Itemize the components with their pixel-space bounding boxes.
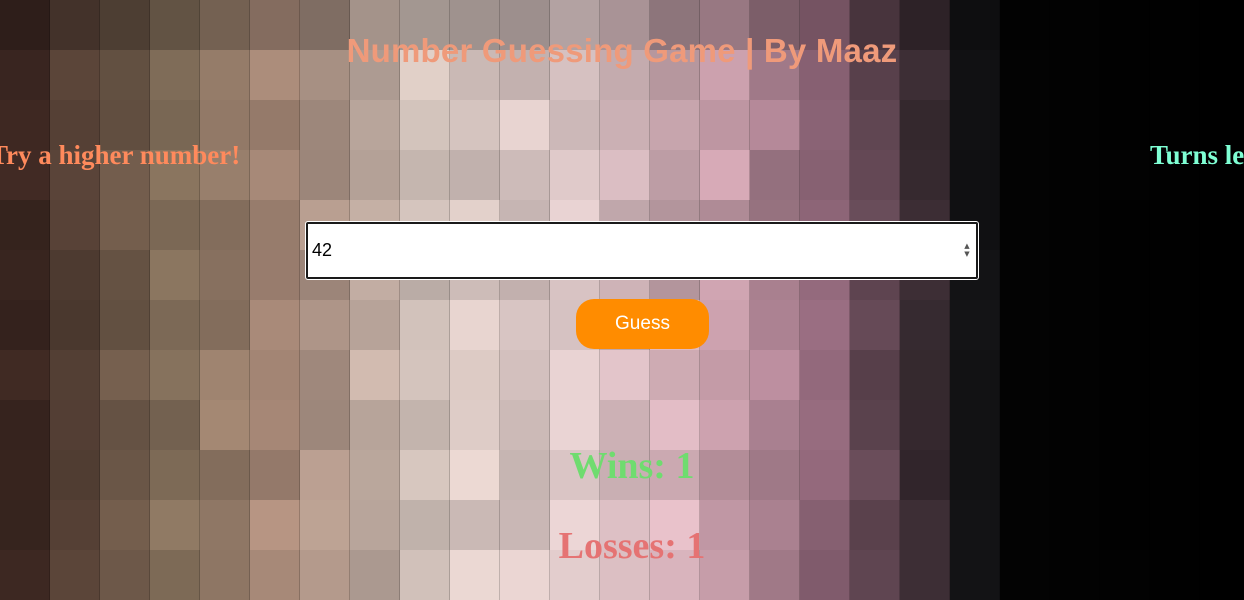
spinner-down-icon[interactable]: ▼ <box>964 250 969 258</box>
guess-button[interactable]: Guess <box>576 299 709 349</box>
wins-counter: Wins: 1 <box>569 445 695 487</box>
guess-number-input[interactable] <box>305 221 979 280</box>
losses-counter: Losses: 1 <box>558 525 706 567</box>
pixelated-background <box>0 0 1244 600</box>
spinner-up-icon[interactable]: ▲ <box>964 242 969 250</box>
hint-message: Try a higher number! <box>0 140 241 170</box>
number-spinner[interactable]: ▲ ▼ <box>962 240 972 260</box>
turns-left-text: Turns left: 8 <box>1150 140 1244 170</box>
page-title: Number Guessing Game | By Maaz <box>346 32 898 69</box>
